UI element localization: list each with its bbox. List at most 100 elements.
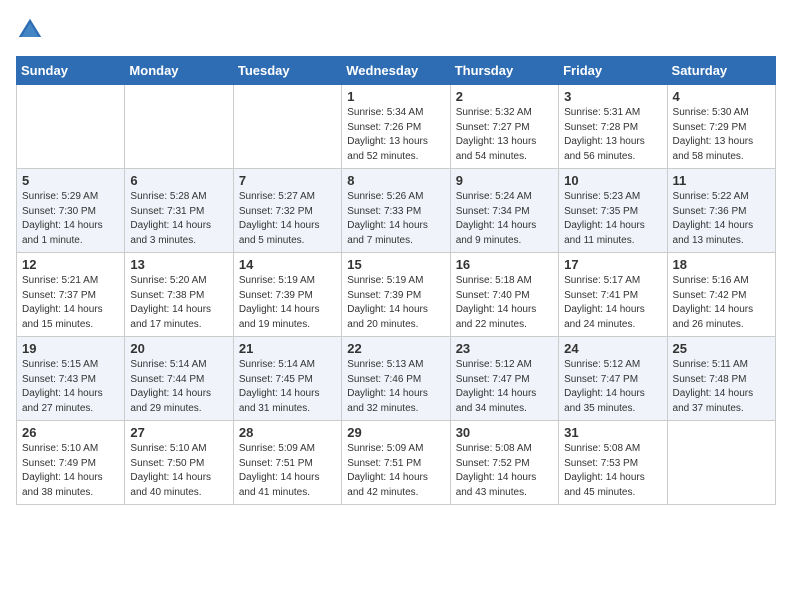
- daylight-text: Daylight: 14 hours and 29 minutes.: [130, 387, 227, 416]
- calendar-day-cell: 16Sunrise: 5:18 AMSunset: 7:40 PMDayligh…: [450, 253, 558, 337]
- sunset-text: Sunset: 7:42 PM: [673, 289, 770, 304]
- daylight-text: Daylight: 13 hours and 58 minutes.: [673, 135, 770, 164]
- day-info: Sunrise: 5:12 AMSunset: 7:47 PMDaylight:…: [564, 358, 661, 416]
- daylight-text: Daylight: 14 hours and 17 minutes.: [130, 303, 227, 332]
- weekday-header-row: SundayMondayTuesdayWednesdayThursdayFrid…: [17, 57, 776, 85]
- daylight-text: Daylight: 14 hours and 41 minutes.: [239, 471, 336, 500]
- day-number: 6: [130, 173, 227, 188]
- sunrise-text: Sunrise: 5:15 AM: [22, 358, 119, 373]
- calendar-day-cell: 8Sunrise: 5:26 AMSunset: 7:33 PMDaylight…: [342, 169, 450, 253]
- daylight-text: Daylight: 14 hours and 24 minutes.: [564, 303, 661, 332]
- calendar-day-cell: 29Sunrise: 5:09 AMSunset: 7:51 PMDayligh…: [342, 421, 450, 505]
- sunrise-text: Sunrise: 5:27 AM: [239, 190, 336, 205]
- day-info: Sunrise: 5:31 AMSunset: 7:28 PMDaylight:…: [564, 106, 661, 164]
- sunrise-text: Sunrise: 5:26 AM: [347, 190, 444, 205]
- sunset-text: Sunset: 7:52 PM: [456, 457, 553, 472]
- daylight-text: Daylight: 14 hours and 34 minutes.: [456, 387, 553, 416]
- sunrise-text: Sunrise: 5:32 AM: [456, 106, 553, 121]
- calendar-day-cell: [233, 85, 341, 169]
- day-number: 17: [564, 257, 661, 272]
- sunrise-text: Sunrise: 5:17 AM: [564, 274, 661, 289]
- daylight-text: Daylight: 14 hours and 22 minutes.: [456, 303, 553, 332]
- day-number: 24: [564, 341, 661, 356]
- calendar-day-cell: 28Sunrise: 5:09 AMSunset: 7:51 PMDayligh…: [233, 421, 341, 505]
- sunrise-text: Sunrise: 5:12 AM: [456, 358, 553, 373]
- day-number: 7: [239, 173, 336, 188]
- sunrise-text: Sunrise: 5:34 AM: [347, 106, 444, 121]
- sunrise-text: Sunrise: 5:09 AM: [239, 442, 336, 457]
- weekday-header-tuesday: Tuesday: [233, 57, 341, 85]
- sunrise-text: Sunrise: 5:23 AM: [564, 190, 661, 205]
- daylight-text: Daylight: 14 hours and 38 minutes.: [22, 471, 119, 500]
- day-number: 30: [456, 425, 553, 440]
- sunset-text: Sunset: 7:51 PM: [239, 457, 336, 472]
- daylight-text: Daylight: 14 hours and 19 minutes.: [239, 303, 336, 332]
- calendar-day-cell: 24 Sunrise: 5:12 AMSunset: 7:47 PMDayligh…: [559, 337, 667, 421]
- sunset-text: Sunset: 7:48 PM: [673, 373, 770, 388]
- daylight-text: Daylight: 14 hours and 42 minutes.: [347, 471, 444, 500]
- day-number: 23: [456, 341, 553, 356]
- day-number: 3: [564, 89, 661, 104]
- day-info: Sunrise: 5:24 AMSunset: 7:34 PMDaylight:…: [456, 190, 553, 248]
- daylight-text: Daylight: 13 hours and 52 minutes.: [347, 135, 444, 164]
- sunrise-text: Sunrise: 5:14 AM: [130, 358, 227, 373]
- day-info: Sunrise: 5:08 AMSunset: 7:53 PMDaylight:…: [564, 442, 661, 500]
- daylight-text: Daylight: 14 hours and 9 minutes.: [456, 219, 553, 248]
- sunrise-text: Sunrise: 5:24 AM: [456, 190, 553, 205]
- calendar-day-cell: 3 Sunrise: 5:31 AMSunset: 7:28 PMDaylight…: [559, 85, 667, 169]
- sunrise-text: Sunrise: 5:22 AM: [673, 190, 770, 205]
- sunrise-text: Sunrise: 5:09 AM: [347, 442, 444, 457]
- daylight-text: Daylight: 14 hours and 5 minutes.: [239, 219, 336, 248]
- day-number: 14: [239, 257, 336, 272]
- calendar-day-cell: 11Sunrise: 5:22 AMSunset: 7:36 PMDayligh…: [667, 169, 775, 253]
- sunrise-text: Sunrise: 5:29 AM: [22, 190, 119, 205]
- day-number: 4: [673, 89, 770, 104]
- logo-icon: [16, 16, 44, 44]
- sunset-text: Sunset: 7:46 PM: [347, 373, 444, 388]
- day-number: 9: [456, 173, 553, 188]
- day-info: Sunrise: 5:08 AMSunset: 7:52 PMDaylight:…: [456, 442, 553, 500]
- sunset-text: Sunset: 7:28 PM: [564, 121, 661, 136]
- day-info: Sunrise: 5:14 AMSunset: 7:45 PMDaylight:…: [239, 358, 336, 416]
- day-info: Sunrise: 5:19 AMSunset: 7:39 PMDaylight:…: [347, 274, 444, 332]
- sunrise-text: Sunrise: 5:18 AM: [456, 274, 553, 289]
- day-number: 15: [347, 257, 444, 272]
- day-number: 20: [130, 341, 227, 356]
- sunset-text: Sunset: 7:50 PM: [130, 457, 227, 472]
- calendar-day-cell: 5Sunrise: 5:29 AMSunset: 7:30 PMDaylight…: [17, 169, 125, 253]
- day-info: Sunrise: 5:12 AMSunset: 7:47 PMDaylight:…: [456, 358, 553, 416]
- calendar-week-row: 26 Sunrise: 5:10 AMSunset: 7:49 PMDayligh…: [17, 421, 776, 505]
- sunrise-text: Sunrise: 5:19 AM: [239, 274, 336, 289]
- day-info: Sunrise: 5:23 AMSunset: 7:35 PMDaylight:…: [564, 190, 661, 248]
- day-info: Sunrise: 5:14 AMSunset: 7:44 PMDaylight:…: [130, 358, 227, 416]
- sunrise-text: Sunrise: 5:31 AM: [564, 106, 661, 121]
- sunrise-text: Sunrise: 5:21 AM: [22, 274, 119, 289]
- daylight-text: Daylight: 14 hours and 13 minutes.: [673, 219, 770, 248]
- calendar-day-cell: 26 Sunrise: 5:10 AMSunset: 7:49 PMDayligh…: [17, 421, 125, 505]
- calendar-day-cell: 17Sunrise: 5:17 AMSunset: 7:41 PMDayligh…: [559, 253, 667, 337]
- calendar-day-cell: 19Sunrise: 5:15 AMSunset: 7:43 PMDayligh…: [17, 337, 125, 421]
- calendar-day-cell: 10Sunrise: 5:23 AMSunset: 7:35 PMDayligh…: [559, 169, 667, 253]
- day-info: Sunrise: 5:10 AMSunset: 7:49 PMDaylight:…: [22, 442, 119, 500]
- sunrise-text: Sunrise: 5:19 AM: [347, 274, 444, 289]
- weekday-header-saturday: Saturday: [667, 57, 775, 85]
- daylight-text: Daylight: 14 hours and 7 minutes.: [347, 219, 444, 248]
- day-info: Sunrise: 5:30 AMSunset: 7:29 PMDaylight:…: [673, 106, 770, 164]
- day-info: Sunrise: 5:16 AMSunset: 7:42 PMDaylight:…: [673, 274, 770, 332]
- calendar-day-cell: 15 Sunrise: 5:19 AMSunset: 7:39 PMDayligh…: [342, 253, 450, 337]
- day-number: 25: [673, 341, 770, 356]
- calendar-day-cell: [125, 85, 233, 169]
- day-number: 29: [347, 425, 444, 440]
- calendar-day-cell: 9 Sunrise: 5:24 AMSunset: 7:34 PMDaylight…: [450, 169, 558, 253]
- day-number: 26: [22, 425, 119, 440]
- calendar-day-cell: [667, 421, 775, 505]
- weekday-header-thursday: Thursday: [450, 57, 558, 85]
- calendar-day-cell: 23 Sunrise: 5:12 AMSunset: 7:47 PMDayligh…: [450, 337, 558, 421]
- day-number: 1: [347, 89, 444, 104]
- sunset-text: Sunset: 7:31 PM: [130, 205, 227, 220]
- day-info: Sunrise: 5:13 AMSunset: 7:46 PMDaylight:…: [347, 358, 444, 416]
- calendar-week-row: 5Sunrise: 5:29 AMSunset: 7:30 PMDaylight…: [17, 169, 776, 253]
- sunset-text: Sunset: 7:47 PM: [456, 373, 553, 388]
- weekday-header-friday: Friday: [559, 57, 667, 85]
- calendar-day-cell: 21Sunrise: 5:14 AMSunset: 7:45 PMDayligh…: [233, 337, 341, 421]
